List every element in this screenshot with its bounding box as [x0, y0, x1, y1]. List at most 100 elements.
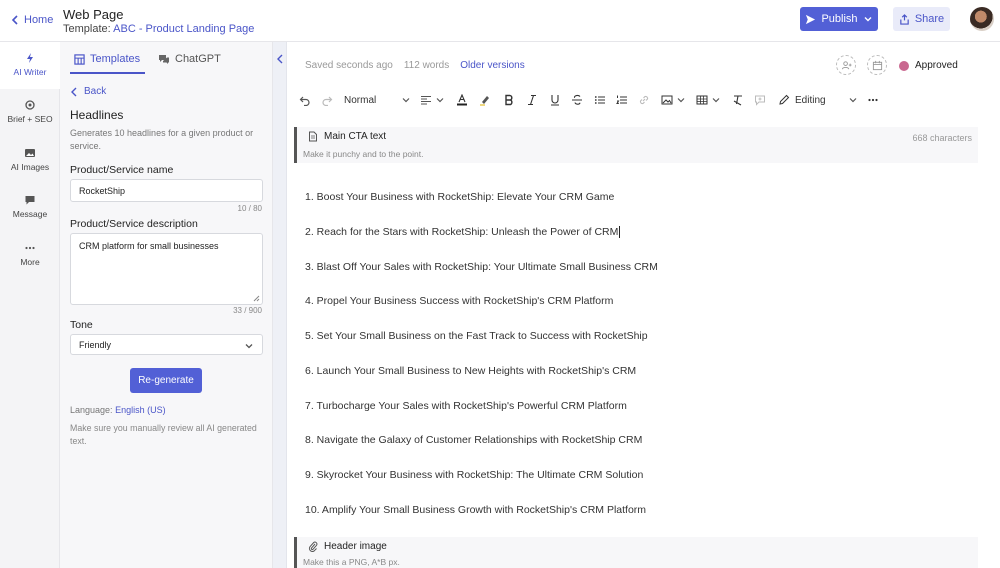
share-button[interactable]: Share: [893, 7, 950, 31]
tab-label: Templates: [90, 53, 141, 65]
chevron-down-icon: [436, 98, 444, 103]
text-style-dropdown[interactable]: [400, 94, 412, 106]
underline-button[interactable]: [549, 94, 561, 106]
italic-button[interactable]: [526, 94, 538, 106]
clear-format-button[interactable]: [732, 94, 744, 106]
bold-button[interactable]: [503, 94, 515, 106]
product-description-input[interactable]: CRM platform for small businesses: [70, 233, 263, 305]
rail-item-label: AI Images: [10, 162, 50, 172]
headline-line[interactable]: 7. Turbocharge Your Sales with RocketShi…: [305, 400, 627, 412]
lightning-icon: [27, 53, 33, 63]
product-name-input[interactable]: RocketShip: [70, 179, 263, 202]
cta-section-header[interactable]: Main CTA text Make it punchy and to the …: [294, 127, 978, 163]
rail-item-message[interactable]: Message: [0, 194, 60, 219]
home-label: Home: [24, 14, 54, 26]
chevron-down-icon: [245, 344, 253, 349]
image-dropdown[interactable]: [675, 94, 687, 106]
home-link[interactable]: Home: [9, 14, 53, 26]
template-link[interactable]: ABC - Product Landing Page: [113, 23, 254, 35]
chevron-down-icon: [402, 98, 410, 103]
tab-templates[interactable]: Templates: [74, 53, 140, 65]
headline-line[interactable]: 9. Skyrocket Your Business with RocketSh…: [305, 469, 643, 481]
language-link[interactable]: English (US): [115, 405, 166, 415]
cta-subtitle: Make it punchy and to the point.: [303, 149, 424, 159]
rail-item-label: Message: [12, 209, 48, 219]
bullet-list-button[interactable]: [594, 94, 606, 106]
redo-icon: [322, 96, 333, 106]
rail-item-ai-writer[interactable]: AI Writer: [0, 42, 60, 89]
headline-line[interactable]: 5. Set Your Small Business on the Fast T…: [305, 330, 648, 342]
tab-chatgpt[interactable]: ChatGPT: [158, 53, 221, 65]
headline-line[interactable]: 3. Blast Off Your Sales with RocketShip:…: [305, 261, 658, 273]
share-label: Share: [914, 13, 945, 25]
text-style-select[interactable]: Normal: [344, 94, 376, 106]
older-versions-link[interactable]: Older versions: [460, 60, 524, 71]
editing-mode-select[interactable]: Editing: [778, 94, 826, 106]
calendar-icon: [872, 60, 882, 70]
product-name-value: RocketShip: [79, 185, 126, 196]
rail-item-brief-seo[interactable]: Brief + SEO: [0, 99, 60, 124]
template-description: Generates 10 headlines for a given produ…: [70, 128, 254, 152]
headline-line[interactable]: 2. Reach for the Stars with RocketShip: …: [305, 226, 621, 239]
text-color-icon: [457, 94, 467, 106]
publish-button[interactable]: Publish: [800, 7, 878, 31]
send-icon: [806, 14, 816, 24]
comment-button[interactable]: [754, 94, 766, 106]
table-button[interactable]: [696, 94, 708, 106]
text-cursor: [619, 226, 621, 239]
numbered-list-button[interactable]: [616, 94, 628, 106]
more-icon: [25, 246, 35, 250]
word-count: 112 words: [403, 60, 450, 71]
more-options-button[interactable]: [867, 94, 879, 106]
text-color-button[interactable]: [456, 94, 468, 106]
redo-button[interactable]: [321, 94, 333, 106]
rail-item-label: More: [20, 257, 40, 267]
avatar[interactable]: [970, 7, 994, 31]
resize-handle-icon[interactable]: [253, 295, 260, 302]
status-label: Approved: [915, 60, 958, 71]
header-image-section[interactable]: Header image Make this a PNG, A*B px.: [294, 537, 978, 568]
pencil-icon: [779, 94, 790, 105]
bold-icon: [505, 94, 513, 106]
strikethrough-button[interactable]: [571, 94, 583, 106]
highlighter-icon: [480, 96, 489, 106]
highlight-button[interactable]: [479, 94, 491, 106]
publish-label: Publish: [821, 13, 858, 25]
panel-collapse-toggle[interactable]: [273, 42, 287, 568]
undo-button[interactable]: [299, 94, 311, 106]
table-dropdown[interactable]: [710, 94, 722, 106]
align-dropdown[interactable]: [434, 94, 446, 106]
header-image-subtitle: Make this a PNG, A*B px.: [303, 557, 400, 567]
regenerate-button[interactable]: Re-generate: [130, 368, 202, 393]
link-button[interactable]: [638, 94, 650, 106]
back-link[interactable]: Back: [70, 86, 106, 97]
product-description-label: Product/Service description: [70, 218, 198, 230]
table-icon: [696, 95, 708, 105]
headline-line[interactable]: 1. Boost Your Business with RocketShip: …: [305, 191, 614, 203]
assign-user-button[interactable]: [836, 55, 856, 75]
tone-value: Friendly: [79, 339, 112, 350]
align-left-icon: [421, 95, 431, 105]
schedule-button[interactable]: [867, 55, 887, 75]
headline-line[interactable]: 6. Launch Your Small Business to New Hei…: [305, 365, 636, 377]
cta-title-label: Main CTA text: [324, 131, 387, 142]
editing-mode-dropdown[interactable]: [847, 94, 859, 106]
tone-label: Tone: [70, 319, 93, 331]
chevron-left-icon: [71, 87, 77, 96]
undo-icon: [299, 96, 310, 106]
chevron-left-icon: [277, 54, 283, 64]
headline-line[interactable]: 4. Propel Your Business Success with Roc…: [305, 295, 613, 307]
tone-select[interactable]: Friendly: [70, 334, 263, 355]
image-button[interactable]: [661, 94, 673, 106]
grid-icon: [74, 53, 85, 65]
rail-item-more[interactable]: More: [0, 242, 60, 267]
link-icon: [639, 95, 649, 105]
chevron-down-icon: [677, 98, 685, 103]
active-tab-indicator: [70, 72, 145, 74]
align-button[interactable]: [420, 94, 432, 106]
headline-line[interactable]: 10. Amplify Your Small Business Growth w…: [305, 504, 646, 516]
headline-line[interactable]: 8. Navigate the Galaxy of Customer Relat…: [305, 434, 642, 446]
chevron-down-icon: [712, 98, 720, 103]
approval-status[interactable]: Approved: [899, 60, 958, 71]
rail-item-ai-images[interactable]: AI Images: [0, 147, 60, 172]
